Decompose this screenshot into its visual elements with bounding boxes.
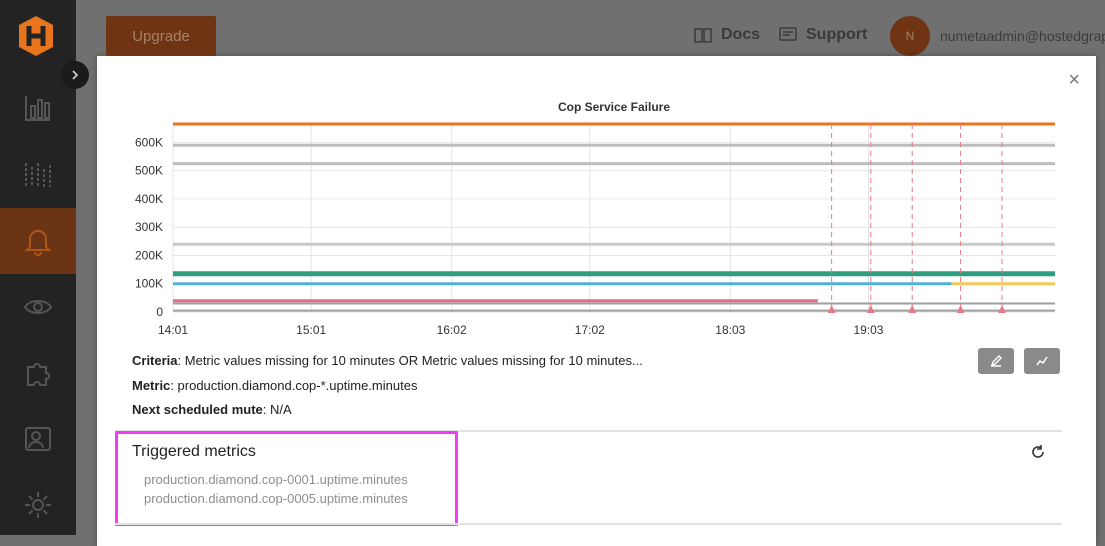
view-graph-button[interactable] (1024, 348, 1060, 374)
x-tick-label: 14:01 (158, 323, 188, 337)
avatar[interactable]: N (890, 16, 930, 56)
y-tick-label: 200K (135, 248, 163, 262)
event-marker-triangle (956, 305, 965, 313)
mute-label: Next scheduled mute (132, 402, 263, 417)
y-tick-label: 400K (135, 192, 163, 206)
y-tick-label: 300K (135, 220, 163, 234)
gear-icon (25, 492, 51, 518)
criteria-label: Criteria (132, 353, 178, 368)
alert-chart: Cop Service Failure 14:01 15:01 16:02 17:02 1… (135, 100, 1055, 337)
eye-icon (23, 300, 53, 314)
criteria-row: Criteria: Metric values missing for 10 m… (132, 353, 643, 368)
alert-detail-modal: × Cop Service Failure 14:01 15:01 16:02 17:0… (97, 56, 1096, 546)
line-chart-icon (1036, 356, 1048, 366)
upgrade-button[interactable]: Upgrade (106, 16, 216, 56)
chevron-right-icon (72, 70, 79, 80)
event-marker-triangle (998, 305, 1007, 313)
sidebar-item-settings[interactable] (0, 472, 76, 538)
support-icon (779, 27, 797, 41)
section-divider (115, 523, 1062, 525)
chart-container: Cop Service Failure 14:01 15:01 16:02 17:02 1… (97, 56, 1096, 346)
sidebar-item-dashboards[interactable] (0, 142, 76, 208)
y-tick-label: 100K (135, 277, 163, 291)
event-marker-triangle (908, 305, 917, 313)
docs-link[interactable]: Docs (693, 26, 760, 44)
logo-icon (19, 16, 53, 56)
y-tick-label: 0 (156, 305, 163, 319)
sidebar-item-users[interactable] (0, 406, 76, 472)
refresh-button[interactable] (1028, 442, 1048, 462)
metric-label: Metric (132, 378, 171, 393)
x-tick-label: 17:02 (575, 323, 605, 337)
sidebar-item-views[interactable] (0, 274, 76, 340)
event-marker-triangle (827, 305, 836, 313)
x-tick-label: 19:03 (853, 323, 883, 337)
x-tick-label: 15:01 (296, 323, 326, 337)
support-link[interactable]: Support (778, 26, 867, 44)
sidebar-item-integrations[interactable] (0, 340, 76, 406)
users-icon (25, 427, 51, 451)
refresh-icon (1032, 445, 1044, 458)
triggered-metrics-highlight (115, 431, 458, 526)
metric-row: Metric: production.diamond.cop-*.uptime.… (132, 378, 418, 393)
dashboard-icon (25, 163, 51, 187)
sidebar-item-alerts[interactable] (0, 208, 76, 274)
book-icon (694, 28, 712, 43)
bell-icon (24, 230, 52, 256)
chart-title: Cop Service Failure (558, 100, 670, 114)
metric-value: production.diamond.cop-*.uptime.minutes (177, 378, 418, 393)
puzzle-icon (27, 363, 50, 386)
pencil-icon (990, 355, 1002, 367)
x-tick-label: 18:03 (715, 323, 745, 337)
mute-value: N/A (270, 402, 292, 417)
logo[interactable] (16, 14, 56, 58)
sidebar-collapse-button[interactable] (61, 61, 89, 89)
bar-chart-icon (25, 96, 50, 121)
docs-label: Docs (721, 26, 761, 43)
mute-row: Next scheduled mute: N/A (132, 402, 292, 417)
user-email[interactable]: numetaadmin@hostedgraph (940, 28, 1105, 44)
support-label: Support (806, 26, 868, 43)
criteria-value: Metric values missing for 10 minutes OR … (184, 353, 643, 368)
x-tick-label: 16:02 (437, 323, 467, 337)
y-tick-label: 500K (135, 164, 163, 178)
y-tick-label: 600K (135, 135, 163, 149)
edit-alert-button[interactable] (978, 348, 1014, 374)
